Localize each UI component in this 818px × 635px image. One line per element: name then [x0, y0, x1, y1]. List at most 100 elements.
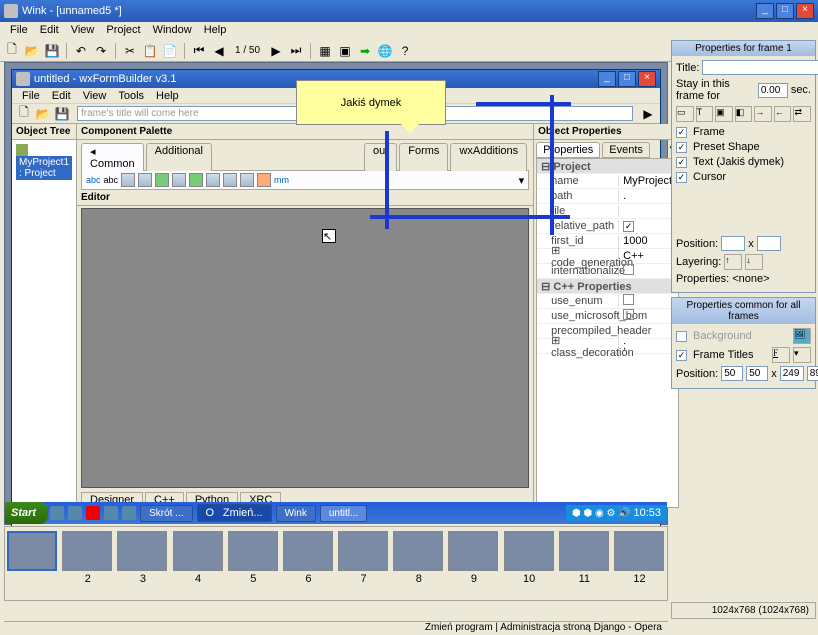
- prop-row[interactable]: relative_path✓: [537, 219, 678, 234]
- tool-button[interactable]: ▣: [715, 106, 733, 122]
- frame-thumbnail[interactable]: 5: [228, 531, 279, 596]
- pos-y-input[interactable]: [746, 366, 768, 381]
- help-icon[interactable]: ?: [397, 43, 413, 59]
- prop-row[interactable]: internationalize: [537, 264, 678, 279]
- tab-additional[interactable]: Additional: [146, 143, 212, 171]
- tool-button[interactable]: ▭: [676, 106, 694, 122]
- tab-common[interactable]: ◂ Common: [81, 143, 144, 171]
- prop-row[interactable]: use_enum: [537, 294, 678, 309]
- export-icon[interactable]: ➡: [357, 43, 373, 59]
- widget-icon[interactable]: [138, 173, 152, 187]
- thumbnail-strip[interactable]: 23456789101112: [4, 526, 668, 601]
- redo-icon[interactable]: ↷: [93, 43, 109, 59]
- menu-file[interactable]: File: [4, 22, 34, 40]
- tool-icon[interactable]: ▦: [317, 43, 333, 59]
- frame-thumbnail[interactable]: 6: [283, 531, 334, 596]
- quicklaunch-icon[interactable]: [122, 506, 136, 520]
- tab-layout[interactable]: out: [364, 143, 397, 171]
- taskbar-item[interactable]: Skrót ...: [140, 505, 192, 522]
- quicklaunch-icon[interactable]: [86, 506, 100, 520]
- tab-forms[interactable]: Forms: [399, 143, 448, 171]
- menu-edit[interactable]: Edit: [34, 22, 65, 40]
- tool-button[interactable]: ←: [774, 106, 792, 122]
- checkbox-icon[interactable]: ✓: [676, 127, 687, 138]
- pos-x-input[interactable]: [721, 366, 743, 381]
- minimize-button[interactable]: _: [756, 3, 774, 19]
- copy-icon[interactable]: 📋: [142, 43, 158, 59]
- system-tray[interactable]: ⬢ ⬢ ◉ ⚙ 🔊 10:53: [566, 505, 667, 521]
- inner-minimize-button[interactable]: _: [598, 71, 616, 87]
- property-grid[interactable]: ⊟ ProjectnameMyProject1path.filerelative…: [536, 158, 679, 508]
- align-button[interactable]: ▾: [793, 347, 811, 363]
- pos-input[interactable]: [757, 236, 781, 251]
- widget-icon[interactable]: [257, 173, 271, 187]
- layer-down-button[interactable]: ↓: [745, 254, 763, 270]
- inner-menu-edit[interactable]: Edit: [46, 88, 77, 103]
- bg-image-button[interactable]: 🖼: [793, 328, 811, 344]
- tab-properties[interactable]: Properties: [536, 142, 600, 158]
- object-tree[interactable]: MyProject1 : Project: [12, 140, 76, 510]
- check-row[interactable]: ✓Cursor: [676, 171, 811, 183]
- save-icon[interactable]: 💾: [54, 106, 70, 122]
- frame-thumbnail[interactable]: [7, 531, 58, 596]
- inner-menu-help[interactable]: Help: [150, 88, 185, 103]
- prop-row[interactable]: nameMyProject1: [537, 174, 678, 189]
- ft-checkbox[interactable]: ✓: [676, 350, 687, 361]
- pos-w-input[interactable]: [780, 366, 804, 381]
- prop-row[interactable]: use_microsoft_bom: [537, 309, 678, 324]
- prev-icon[interactable]: ◀: [211, 43, 227, 59]
- check-row[interactable]: ✓Text (Jakiś dymek): [676, 156, 811, 168]
- bg-checkbox[interactable]: [676, 331, 687, 342]
- widget-icon[interactable]: [121, 173, 135, 187]
- frame-thumbnail[interactable]: 3: [117, 531, 168, 596]
- frame-thumbnail[interactable]: 4: [173, 531, 224, 596]
- callout-balloon[interactable]: Jakiś dymek: [296, 80, 446, 125]
- prop-row[interactable]: ⊞ class_decoration;: [537, 339, 678, 354]
- web-icon[interactable]: 🌐: [377, 43, 393, 59]
- first-icon[interactable]: ⏮: [191, 43, 207, 59]
- expand-icon[interactable]: ▾: [519, 174, 525, 187]
- checkbox-icon[interactable]: ✓: [676, 172, 687, 183]
- frame-thumbnail[interactable]: 8: [393, 531, 444, 596]
- save-icon[interactable]: 💾: [44, 43, 60, 59]
- tree-item-project[interactable]: MyProject1 : Project: [16, 156, 72, 180]
- widget-icon[interactable]: [189, 173, 203, 187]
- undo-icon[interactable]: ↶: [73, 43, 89, 59]
- tab-events[interactable]: Events: [602, 142, 650, 158]
- prop-row[interactable]: path.: [537, 189, 678, 204]
- close-button[interactable]: ×: [796, 3, 814, 19]
- widget-icon[interactable]: [155, 173, 169, 187]
- start-button[interactable]: Start: [5, 502, 48, 524]
- check-row[interactable]: ✓Preset Shape: [676, 141, 811, 153]
- checkbox-icon[interactable]: ✓: [676, 142, 687, 153]
- taskbar-item[interactable]: Wink: [276, 505, 316, 522]
- quicklaunch-icon[interactable]: [104, 506, 118, 520]
- next-icon[interactable]: ▶: [268, 43, 284, 59]
- font-button[interactable]: F: [772, 347, 790, 363]
- menu-help[interactable]: Help: [198, 22, 233, 40]
- taskbar-item[interactable]: O Zmień...: [197, 504, 272, 522]
- widget-icon[interactable]: [223, 173, 237, 187]
- taskbar-item[interactable]: untitl...: [320, 505, 367, 522]
- tool-button[interactable]: ◧: [735, 106, 753, 122]
- prop-row[interactable]: ⊞ code_generationC++: [537, 249, 678, 264]
- frame-thumbnail[interactable]: 10: [504, 531, 555, 596]
- prop-category[interactable]: ⊟ C++ Properties: [537, 279, 678, 294]
- go-icon[interactable]: ▶: [640, 106, 656, 122]
- menu-project[interactable]: Project: [100, 22, 146, 40]
- layer-up-button[interactable]: ↑: [724, 254, 742, 270]
- widget-icon[interactable]: [240, 173, 254, 187]
- tool-button[interactable]: T: [696, 106, 714, 122]
- prop-category[interactable]: ⊟ Project: [537, 159, 678, 174]
- cut-icon[interactable]: ✂: [122, 43, 138, 59]
- frame-thumbnail[interactable]: 2: [62, 531, 113, 596]
- pos-input[interactable]: [721, 236, 745, 251]
- open-icon[interactable]: 📂: [35, 106, 51, 122]
- tool-button[interactable]: →: [754, 106, 772, 122]
- maximize-button[interactable]: □: [776, 3, 794, 19]
- new-icon[interactable]: 🗋: [16, 106, 32, 122]
- title-input[interactable]: [702, 60, 818, 75]
- inner-menu-file[interactable]: File: [16, 88, 46, 103]
- widget-icon[interactable]: [172, 173, 186, 187]
- new-icon[interactable]: 🗋: [4, 43, 20, 59]
